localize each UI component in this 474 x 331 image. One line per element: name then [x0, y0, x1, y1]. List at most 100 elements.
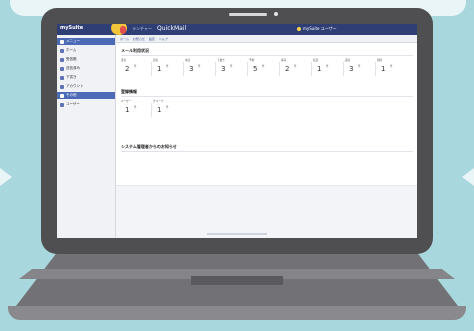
sidebar-item-label: ユーザー — [66, 102, 80, 106]
metric-divider — [183, 62, 184, 76]
metric-value: 1 — [125, 106, 130, 114]
metric-value: 1 — [317, 65, 322, 73]
metric-unit: 件 — [262, 65, 265, 68]
sidebar-item[interactable]: ホーム — [57, 47, 115, 54]
tab-bar: ホーム お知らせ 設定 ヘルプ — [116, 35, 417, 43]
metric-value: 5 — [253, 65, 258, 73]
section-title: メール利用状況 — [121, 48, 149, 53]
sidebar-item[interactable]: アカウント — [57, 83, 115, 90]
left-arrow-icon — [0, 168, 12, 186]
sidebar-item[interactable]: その他 — [57, 92, 115, 99]
metric-unit: 件 — [294, 65, 297, 68]
metric-divider — [151, 62, 152, 76]
metric-divider — [375, 62, 376, 76]
metric-divider — [247, 62, 248, 76]
right-arrow-icon — [462, 168, 474, 186]
metric-divider — [279, 62, 280, 76]
mascot-logo-icon — [120, 26, 126, 34]
sidebar-item-label: 下書き — [66, 75, 77, 79]
user-menu[interactable]: mySuite ユーザー — [297, 26, 337, 32]
laptop-base — [8, 306, 466, 320]
metric-unit: 件 — [358, 65, 361, 68]
sidebar-item-icon — [60, 66, 64, 71]
metric-unit: 件 — [166, 65, 169, 68]
metric-value: 2 — [285, 65, 290, 73]
webcam-icon — [274, 12, 278, 16]
section-divider — [121, 55, 413, 56]
metric-label: 返信 — [345, 59, 351, 62]
metric-unit: 件 — [326, 65, 329, 68]
metric-value: 1 — [381, 65, 386, 73]
sidebar: メニューホーム受信箱送信済み下書きアカウントその他ユーザー — [57, 35, 116, 238]
metric-label: 削除 — [377, 59, 383, 62]
sidebar-item-label: 送信済み — [66, 66, 80, 70]
metric-value: 1 — [157, 106, 162, 114]
metric-label: 予約 — [249, 59, 255, 62]
section-title: システム管理者からのお知らせ — [121, 144, 177, 149]
trackpad — [191, 276, 283, 285]
metric-card[interactable]: 返信 3 件 — [345, 58, 375, 80]
metric-card[interactable]: 下書き 3 件 — [217, 58, 247, 80]
user-icon — [297, 27, 301, 31]
metric-card[interactable]: 予約 5 件 — [249, 58, 279, 80]
metric-value: 3 — [349, 65, 354, 73]
tab-item[interactable]: お知らせ — [133, 37, 145, 41]
metric-card[interactable]: 未読 3 件 — [185, 58, 215, 80]
metric-label: 送信 — [153, 59, 159, 62]
metric-value: 1 — [157, 65, 162, 73]
metric-label: 未読 — [185, 59, 191, 62]
metric-label: 受信 — [121, 59, 127, 62]
metric-value: 3 — [221, 65, 226, 73]
sidebar-item[interactable]: 送信済み — [57, 65, 115, 72]
metric-divider — [343, 62, 344, 76]
metric-value: 2 — [125, 65, 130, 73]
service-name: QuickMail — [157, 25, 187, 32]
sidebar-item-icon — [60, 48, 64, 53]
sidebar-item-label: 受信箱 — [66, 57, 77, 61]
sidebar-item[interactable]: ユーザー — [57, 101, 115, 108]
metric-card[interactable]: ユーザー 1 件 — [121, 99, 151, 121]
metric-card[interactable]: 削除 1 件 — [377, 58, 407, 80]
sidebar-item[interactable]: 下書き — [57, 74, 115, 81]
brand-name[interactable]: mySuite — [60, 25, 83, 31]
metric-label: ユーザー — [121, 100, 132, 103]
user-label: mySuite ユーザー — [303, 26, 337, 31]
metric-unit: 件 — [230, 65, 233, 68]
section-divider — [121, 151, 413, 152]
footer-indicator — [207, 233, 267, 235]
metric-card[interactable]: 受信 2 件 — [121, 58, 151, 80]
metric-card[interactable]: 転送 1 件 — [313, 58, 343, 80]
metric-divider — [215, 62, 216, 76]
sidebar-item-icon — [60, 57, 64, 62]
sidebar-item-icon — [60, 75, 64, 80]
section-divider — [121, 96, 413, 97]
sidebar-item-icon — [60, 93, 64, 98]
webcam-bar — [229, 13, 267, 16]
sidebar-item-label: ホーム — [66, 48, 77, 52]
dashboard-main: メール利用状況 受信 2 件 送信 1 件 未読 3 件 下書き 3 件 予約 5 件 保存 2 件 転送 1 件 返信 3 件… — [116, 43, 417, 238]
metric-card[interactable]: 送信 1 件 — [153, 58, 183, 80]
sidebar-item-icon — [60, 84, 64, 89]
metric-unit: 件 — [134, 65, 137, 68]
metric-unit: 件 — [390, 65, 393, 68]
sidebar-item[interactable]: 受信箱 — [57, 56, 115, 63]
metric-unit: 件 — [134, 106, 137, 109]
tab-item[interactable]: ヘルプ — [159, 37, 168, 41]
tab-item[interactable]: ホーム — [120, 37, 129, 41]
metric-label: 転送 — [313, 59, 319, 62]
metric-divider — [311, 62, 312, 76]
sidebar-item-icon — [60, 102, 64, 107]
section-title: 登録情報 — [121, 89, 137, 94]
sidebar-item-label: アカウント — [66, 84, 84, 88]
laptop-screen: mySuite ランチャー QuickMail mySuite ユーザー メニュ… — [57, 24, 417, 238]
metric-card[interactable]: 保存 2 件 — [281, 58, 311, 80]
sidebar-item-icon — [60, 39, 64, 44]
metric-value: 3 — [189, 65, 194, 73]
sidebar-item[interactable]: メニュー — [57, 38, 115, 45]
sidebar-item-label: メニュー — [66, 39, 80, 43]
tab-item[interactable]: 設定 — [149, 37, 155, 41]
brand-subtitle: ランチャー — [132, 26, 152, 31]
metric-card[interactable]: グループ 1 件 — [153, 99, 183, 121]
metric-label: グループ — [153, 100, 164, 103]
sidebar-item-label: その他 — [66, 93, 77, 97]
